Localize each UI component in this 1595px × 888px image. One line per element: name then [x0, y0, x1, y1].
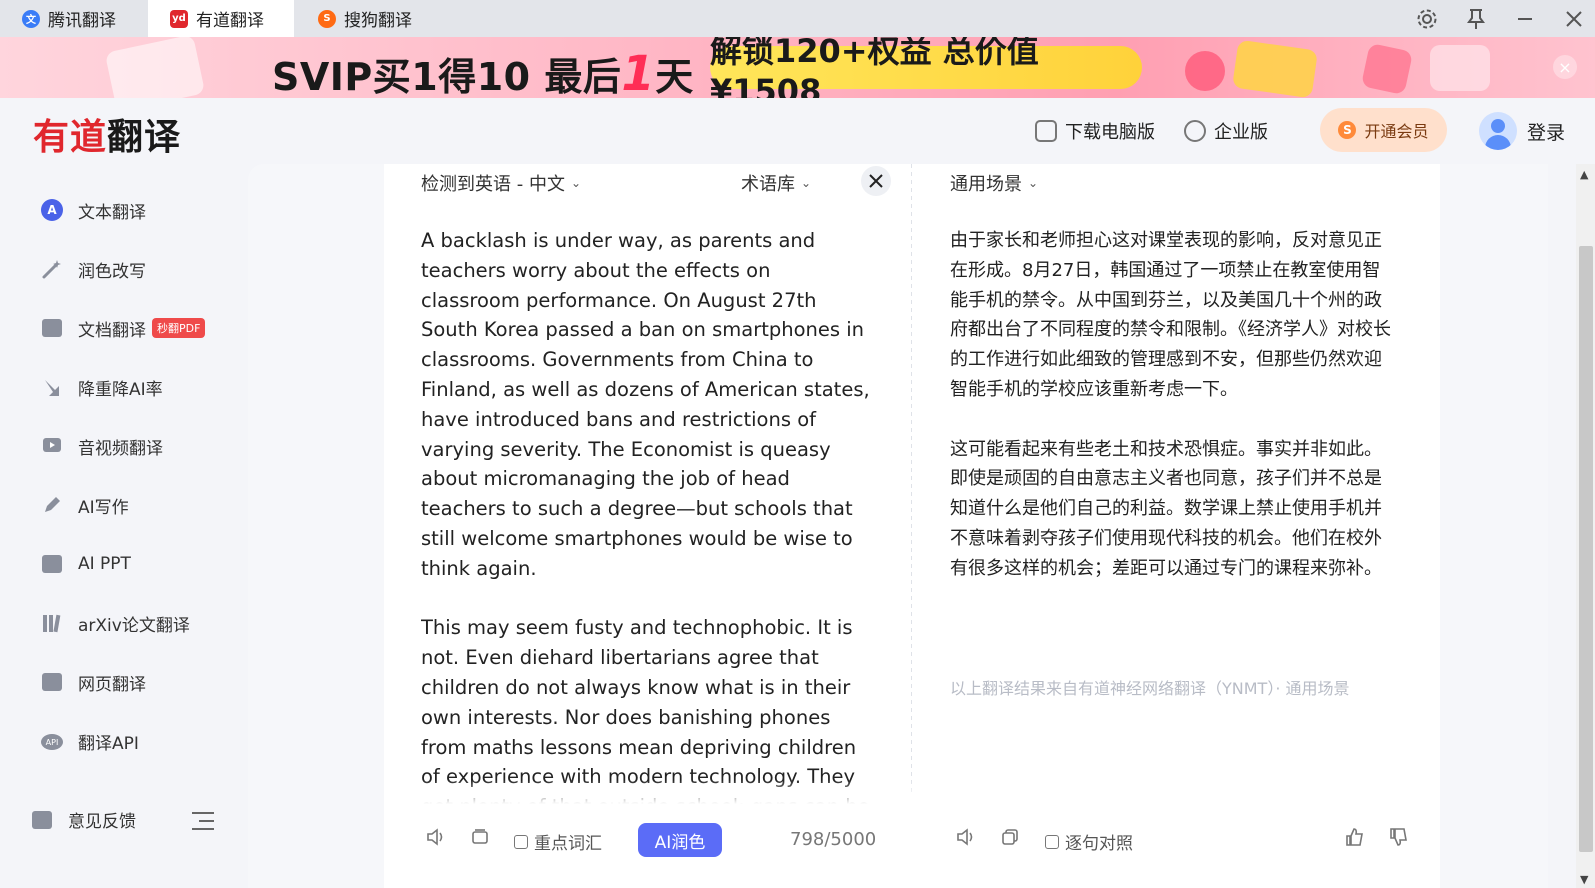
source-fade — [384, 780, 912, 810]
scroll-down-arrow-icon[interactable]: ▼ — [1580, 873, 1588, 886]
books-icon — [40, 611, 64, 635]
tab-label: 有道翻译 — [196, 11, 264, 31]
translation-paragraph: 由于家长和老师担心这对课堂表现的影响，反对意见正在形成。8月27日，韩国通过了一… — [950, 230, 1391, 400]
pdf-badge: 秒翻PDF — [152, 318, 206, 338]
sidebar-item-api[interactable]: API 翻译API — [40, 723, 139, 759]
scroll-up-arrow-icon[interactable]: ▲ — [1580, 168, 1588, 181]
clear-input-button[interactable] — [861, 166, 891, 196]
book-decoration — [104, 37, 206, 98]
panel-divider — [911, 164, 912, 794]
copy-icon[interactable] — [999, 826, 1021, 848]
source-input[interactable]: A backlash is under way, as parents and … — [421, 226, 873, 806]
ppt-icon — [40, 552, 64, 576]
sidebar-item-av-translate[interactable]: 音视频翻译 — [40, 428, 163, 464]
coin-icon: S — [1338, 121, 1357, 139]
banner-headline: SVIP买1得10 最后1天 — [272, 46, 694, 98]
tab-label: 腾讯翻译 — [48, 11, 116, 31]
settings-icon[interactable] — [1412, 4, 1442, 34]
language-selector[interactable]: 检测到英语 - 中文 ⌄ — [421, 170, 581, 196]
sogou-icon: S — [318, 9, 336, 28]
sidebar: A 文本翻译 润色改写 文档翻译 秒翻PDF 降重降AI率 音视频翻译 AI写作… — [0, 164, 248, 888]
youdao-icon: yd — [170, 9, 188, 28]
scene-selector[interactable]: 通用场景 ⌄ — [950, 170, 1038, 196]
tab-tencent-translate[interactable]: 文 腾讯翻译 — [0, 0, 146, 37]
sidebar-item-reduce-ai[interactable]: 降重降AI率 — [40, 369, 163, 405]
thumbs-down-icon[interactable] — [1388, 826, 1410, 848]
document-icon — [40, 316, 64, 340]
ticket-icon — [1360, 42, 1414, 96]
chevron-down-icon: ⌄ — [570, 176, 582, 190]
login-link[interactable]: 登录 — [1527, 118, 1565, 145]
speaker-icon[interactable] — [955, 826, 977, 848]
banner-offer-pill: 解锁120+权益 总价值¥1508 — [710, 37, 1142, 98]
download-desktop-link[interactable]: 下载电脑版 — [1035, 118, 1155, 144]
tab-youdao-translate[interactable]: yd 有道翻译 — [148, 0, 294, 37]
pen-icon — [40, 493, 64, 517]
tab-label: 搜狗翻译 — [344, 11, 412, 31]
avatar[interactable] — [1479, 112, 1517, 150]
text-translate-icon: A — [40, 198, 64, 222]
music-icon — [1185, 51, 1225, 91]
sidebar-item-webpage[interactable]: 网页翻译 — [40, 664, 146, 700]
enterprise-link[interactable]: 企业版 — [1184, 118, 1268, 144]
source-paragraph: A backlash is under way, as parents and … — [421, 229, 870, 580]
char-counter: 798/5000 — [790, 829, 877, 850]
webpage-icon — [40, 670, 64, 694]
close-icon — [869, 174, 883, 188]
source-paragraph: This may seem fusty and technophobic. It… — [421, 616, 870, 806]
sidebar-item-ai-writing[interactable]: AI写作 — [40, 487, 129, 523]
key-vocab-checkbox[interactable]: 重点词汇 — [514, 829, 602, 854]
app-header: 有道翻译 下载电脑版 企业版 S 开通会员 登录 — [0, 98, 1595, 164]
svip-card-icon — [1232, 39, 1318, 98]
open-vip-button[interactable]: S 开通会员 — [1320, 108, 1447, 152]
magic-wand-icon — [40, 257, 64, 281]
close-icon[interactable] — [1559, 4, 1589, 34]
chevron-down-icon: ⌄ — [801, 176, 812, 190]
speaker-icon[interactable] — [425, 826, 447, 848]
sentence-compare-checkbox[interactable]: 逐句对照 — [1045, 829, 1133, 854]
api-icon: API — [40, 729, 64, 753]
tab-sogou-translate[interactable]: S 搜狗翻译 — [296, 0, 442, 37]
feedback-link[interactable]: 意见反馈 — [30, 807, 136, 832]
graduation-cap-icon — [1430, 45, 1490, 91]
sidebar-item-doc-translate[interactable]: 文档翻译 秒翻PDF — [40, 310, 206, 346]
down-arrow-icon — [40, 375, 64, 399]
sidebar-item-polish[interactable]: 润色改写 — [40, 251, 146, 287]
ai-polish-button[interactable]: AI润色 — [638, 823, 722, 857]
translation-source-note: 以上翻译结果来自有道神经网络翻译（YNMT）· 通用场景 — [950, 679, 1350, 698]
enterprise-icon — [1184, 120, 1206, 142]
thumbs-up-icon[interactable] — [1344, 826, 1366, 848]
minimize-icon[interactable] — [1510, 4, 1540, 34]
svg-text:API: API — [46, 738, 59, 747]
chevron-down-icon: ⌄ — [1028, 176, 1039, 190]
tencent-translate-icon: 文 — [22, 9, 40, 28]
youdao-logo[interactable]: 有道翻译 — [33, 108, 181, 160]
translation-output: 由于家长和老师担心这对课堂表现的影响，反对意见正在形成。8月27日，韩国通过了一… — [950, 226, 1392, 613]
copy-icon[interactable] — [469, 826, 491, 848]
download-icon — [1035, 120, 1057, 142]
promo-banner[interactable]: SVIP买1得10 最后1天 解锁120+权益 总价值¥1508 × — [0, 37, 1595, 98]
video-icon — [40, 434, 64, 458]
sidebar-item-ai-ppt[interactable]: AI PPT — [40, 546, 131, 582]
scrollbar-thumb[interactable] — [1579, 246, 1593, 852]
sidebar-item-text-translate[interactable]: A 文本翻译 — [40, 192, 146, 228]
feedback-icon — [30, 808, 54, 832]
sidebar-item-arxiv[interactable]: arXiv论文翻译 — [40, 605, 190, 641]
translation-paragraph: 这可能看起来有些老土和技术恐惧症。事实并非如此。即使是顽固的自由意志主义者也同意… — [950, 438, 1382, 579]
browser-tab-bar: 文 腾讯翻译 yd 有道翻译 S 搜狗翻译 — [0, 0, 1595, 37]
menu-icon[interactable] — [192, 812, 214, 830]
glossary-selector[interactable]: 术语库 ⌄ — [741, 170, 811, 196]
pin-icon[interactable] — [1461, 4, 1491, 34]
banner-close-button[interactable]: × — [1553, 55, 1577, 79]
